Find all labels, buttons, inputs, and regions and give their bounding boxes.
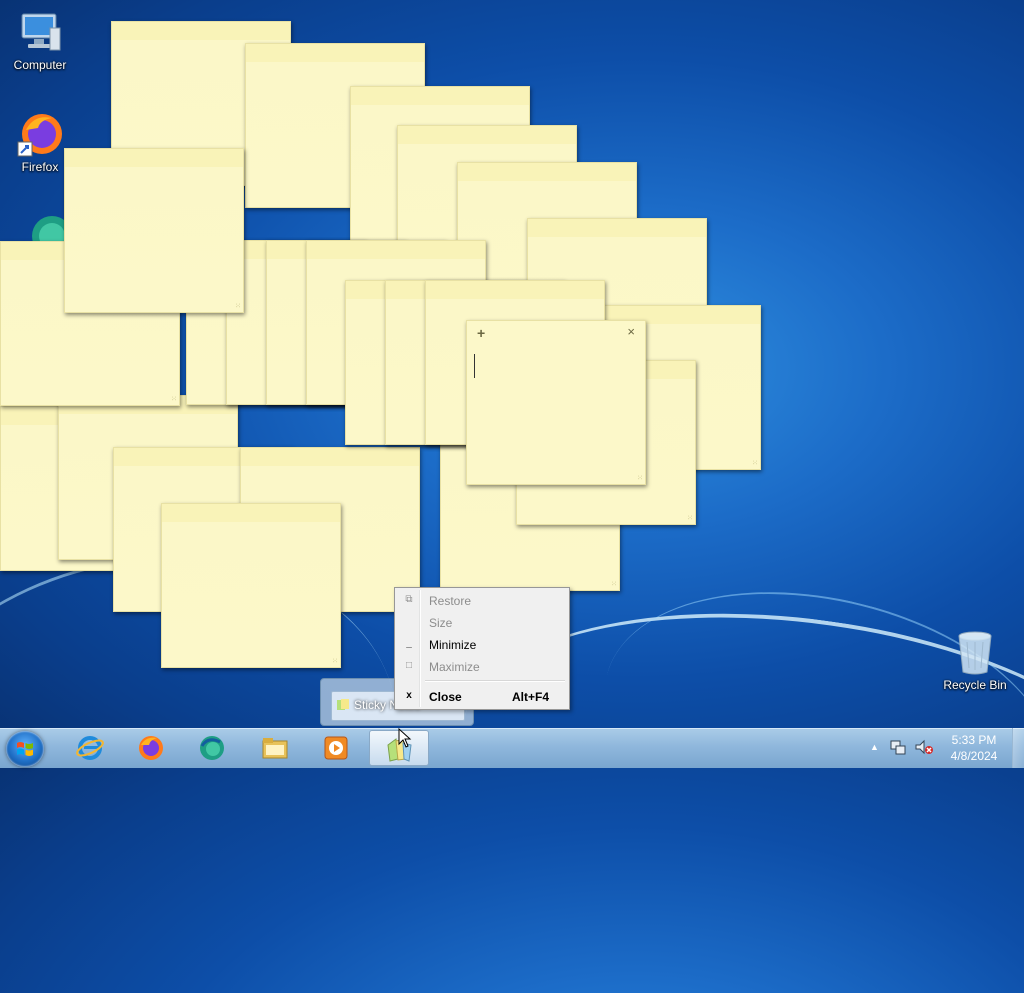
menu-item-size[interactable]: Size: [397, 612, 567, 634]
menu-item-restore[interactable]: ⧉ Restore: [397, 590, 567, 612]
file-explorer-icon: [262, 738, 288, 759]
network-icon[interactable]: [889, 738, 907, 756]
show-desktop-button[interactable]: [1012, 728, 1024, 768]
computer-icon: [16, 8, 64, 56]
resize-grip-icon[interactable]: ⁙: [171, 395, 177, 403]
media-player-icon: [324, 736, 348, 760]
volume-muted-icon[interactable]: [914, 738, 934, 756]
resize-grip-icon[interactable]: ⁙: [332, 657, 338, 665]
new-note-button[interactable]: +: [477, 325, 485, 341]
menu-item-maximize[interactable]: □ Maximize: [397, 656, 567, 678]
windows-logo-icon: [17, 742, 33, 756]
taskbar-firefox[interactable]: [123, 730, 179, 766]
menu-separator: [425, 680, 565, 682]
text-caret: [474, 354, 475, 378]
show-hidden-icons-button[interactable]: ▲: [870, 742, 879, 752]
desktop-icon-computer[interactable]: Computer: [0, 8, 80, 72]
window-context-menu: ⧉ Restore Size _ Minimize □ Maximize x C…: [394, 587, 570, 710]
resize-grip-icon[interactable]: ⁙: [637, 474, 643, 482]
close-icon: x: [406, 690, 412, 701]
resize-grip-icon[interactable]: ⁙: [611, 580, 617, 588]
system-clock[interactable]: 5:33 PM 4/8/2024: [944, 732, 1004, 764]
sticky-notes-icon: [337, 699, 349, 710]
resize-grip-icon[interactable]: ⁙: [752, 459, 758, 467]
sticky-note-active[interactable]: + × ⁙: [466, 320, 646, 485]
desktop-icon-recycle-bin[interactable]: Recycle Bin: [935, 628, 1015, 692]
resize-grip-icon[interactable]: ⁙: [687, 514, 693, 522]
delete-note-button[interactable]: ×: [627, 324, 635, 339]
taskbar-media-player[interactable]: [308, 730, 364, 766]
clock-date: 4/8/2024: [950, 749, 998, 763]
edge-icon: [200, 736, 224, 760]
sticky-note[interactable]: ⁙: [161, 503, 341, 668]
taskbar-edge[interactable]: [184, 730, 240, 766]
close-shortcut: Alt+F4: [511, 690, 549, 704]
maximize-icon: □: [405, 660, 413, 671]
menu-item-close[interactable]: x Close Alt+F4: [397, 686, 567, 708]
restore-icon: ⧉: [405, 594, 413, 605]
recycle-bin-icon: [951, 628, 999, 676]
firefox-icon: [139, 736, 163, 760]
taskbar-internet-explorer[interactable]: [62, 730, 118, 766]
resize-grip-icon[interactable]: ⁙: [235, 302, 241, 310]
minimize-icon: _: [406, 638, 412, 649]
menu-item-minimize[interactable]: _ Minimize: [397, 634, 567, 656]
firefox-icon: [16, 110, 64, 158]
start-button[interactable]: [6, 731, 44, 767]
mouse-cursor-icon: [398, 728, 412, 748]
sticky-note[interactable]: ⁙: [64, 148, 244, 313]
clock-time: 5:33 PM: [951, 733, 997, 747]
internet-explorer-icon: [76, 736, 104, 760]
taskbar-file-explorer[interactable]: [247, 730, 303, 766]
